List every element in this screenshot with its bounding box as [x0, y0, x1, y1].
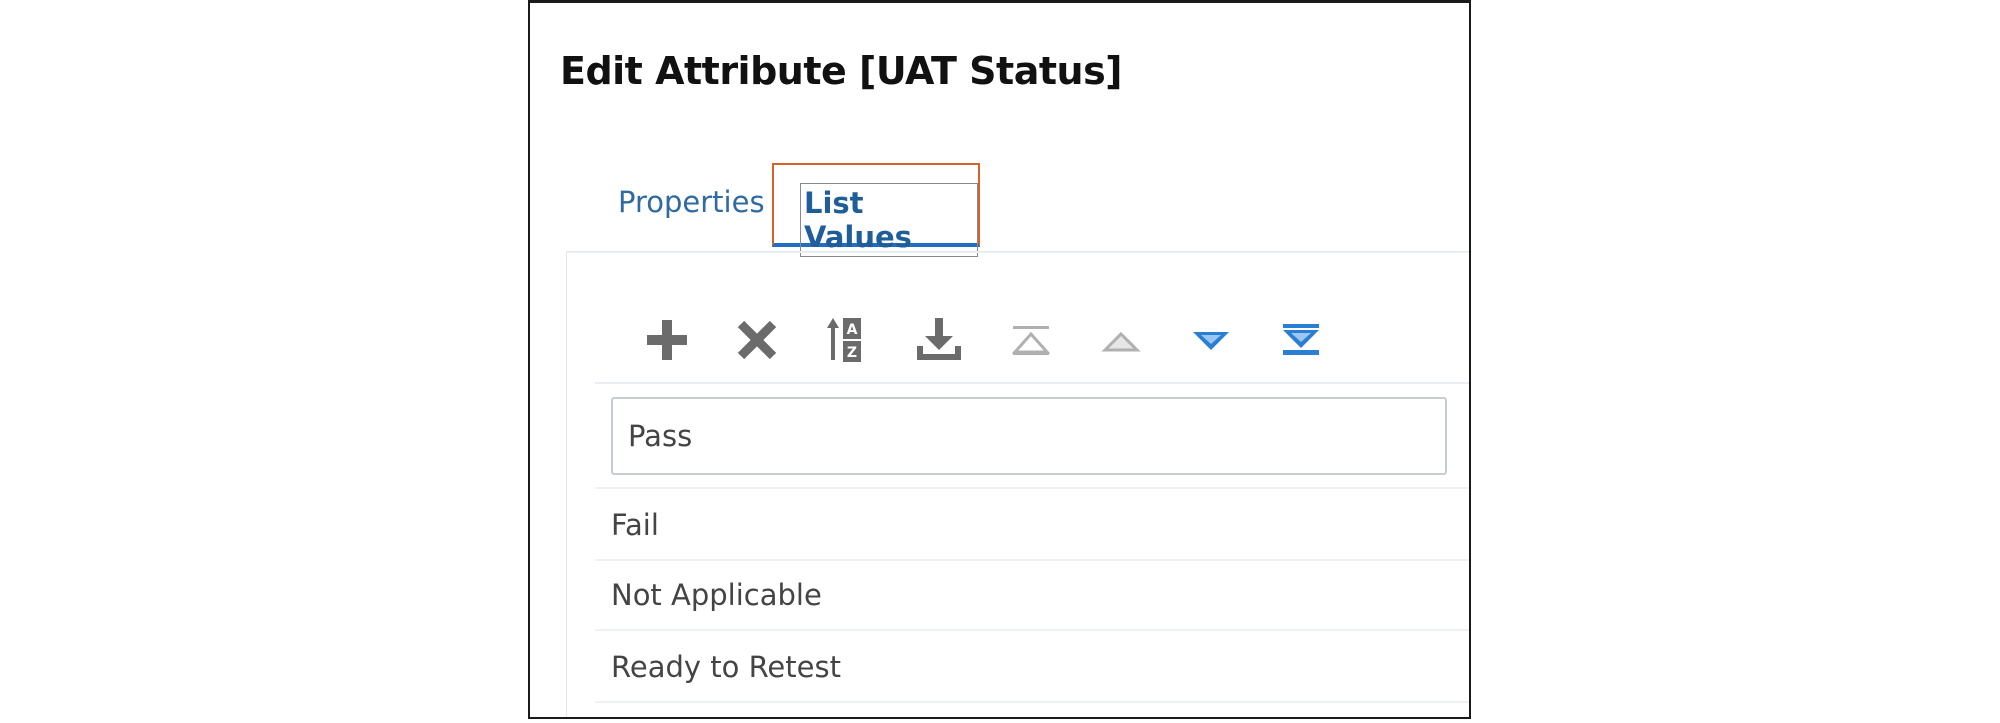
move-to-top-button[interactable]	[1001, 312, 1061, 368]
tab-list-values[interactable]: List Values	[772, 163, 980, 257]
list-toolbar: A Z	[637, 312, 1357, 368]
tab-bar: Properties List Values	[570, 158, 1430, 257]
list-item[interactable]: Not Applicable	[595, 559, 1469, 631]
tab-list-values-label: List Values	[800, 183, 978, 257]
add-button[interactable]	[637, 312, 697, 368]
move-up-icon	[1101, 331, 1141, 352]
move-to-bottom-icon	[1283, 324, 1319, 355]
list-item-label: Ready to Retest	[611, 650, 841, 684]
sort-button[interactable]: A Z	[819, 312, 879, 368]
dialog-title: Edit Attribute [UAT Status]	[560, 49, 1123, 93]
move-down-button[interactable]	[1181, 312, 1241, 368]
svg-text:Z: Z	[847, 345, 857, 361]
import-icon	[917, 318, 961, 360]
delete-button[interactable]	[727, 312, 787, 368]
list-item-label: Fail	[611, 508, 659, 542]
list-values-panel: A Z Pass Fail Not Applicable Ready to Re…	[566, 251, 1469, 717]
add-icon	[647, 320, 687, 360]
toolbar-divider	[595, 382, 1469, 384]
sort-icon: A Z	[827, 318, 861, 362]
list-item-label: Not Applicable	[611, 578, 822, 612]
list-item[interactable]: Ready to Retest	[595, 631, 1469, 703]
move-to-bottom-button[interactable]	[1271, 312, 1331, 368]
svg-text:A: A	[847, 322, 858, 338]
edit-attribute-dialog: Edit Attribute [UAT Status] Properties L…	[528, 0, 1471, 719]
move-to-top-icon	[1011, 326, 1051, 355]
move-up-button[interactable]	[1091, 312, 1151, 368]
move-down-icon	[1193, 332, 1229, 350]
delete-icon	[737, 320, 777, 360]
import-button[interactable]	[909, 312, 969, 368]
list-value-input[interactable]	[611, 397, 1447, 475]
list-item[interactable]: Fail	[595, 487, 1469, 561]
